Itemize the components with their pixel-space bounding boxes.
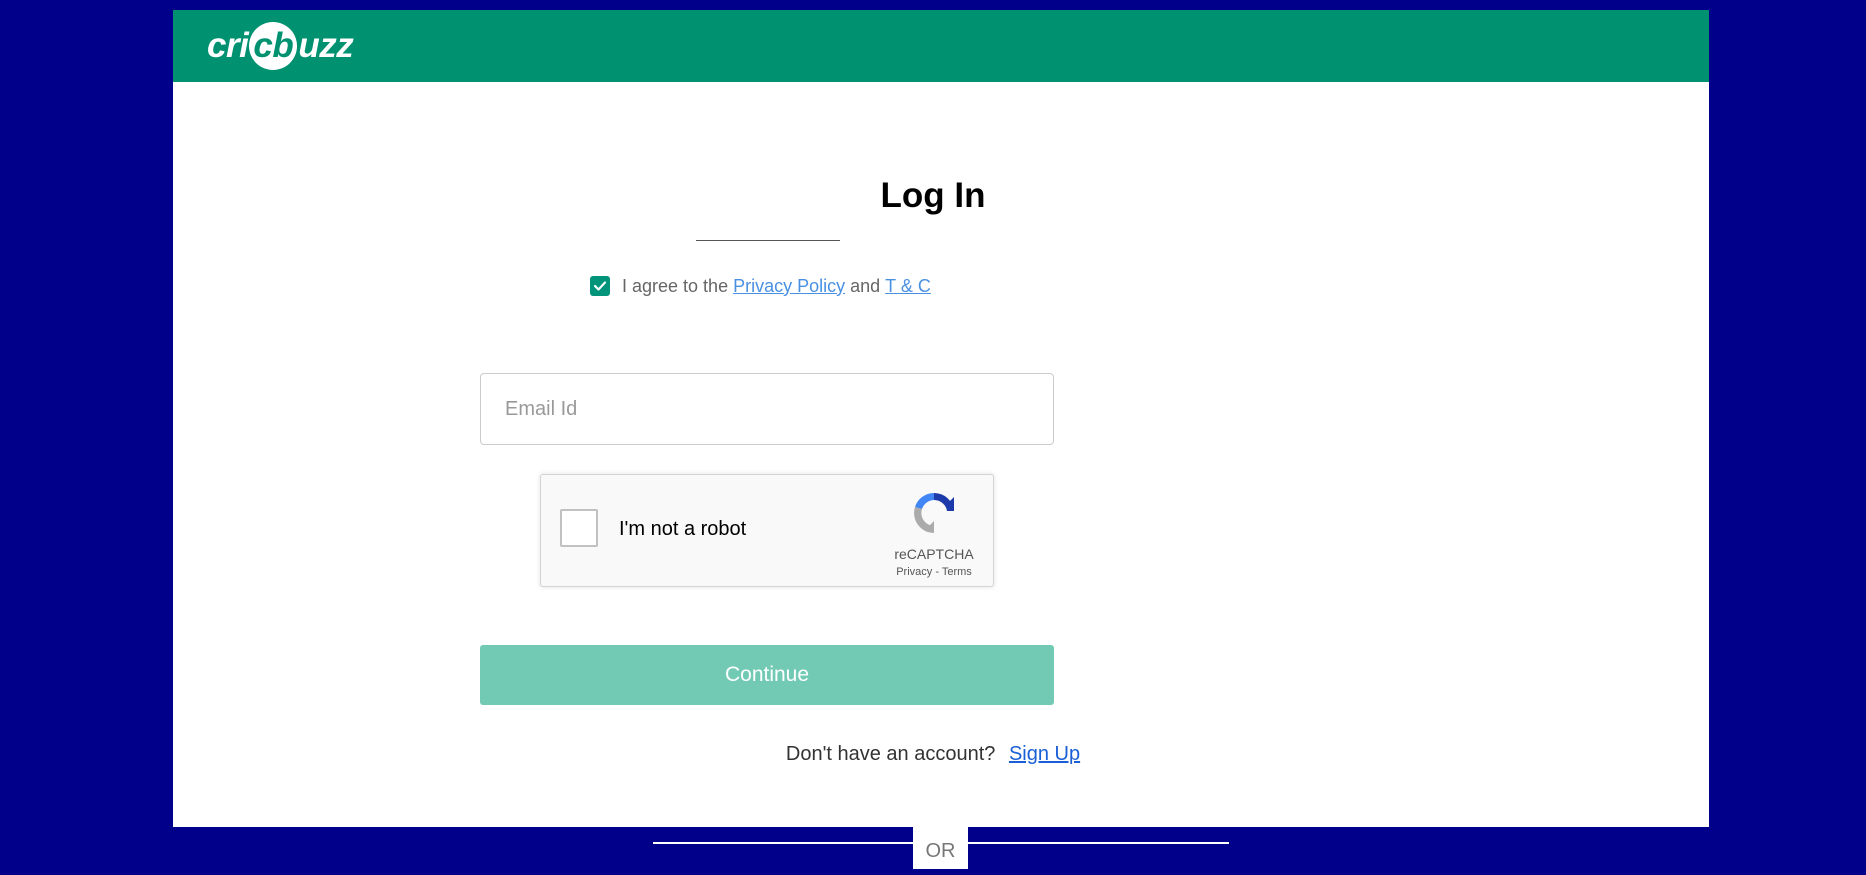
cricket-ball-icon: cb <box>249 22 298 70</box>
agree-text: I agree to the <box>622 275 729 296</box>
recaptcha-branding: reCAPTCHA Privacy - Terms <box>889 489 979 578</box>
recaptcha-checkbox[interactable] <box>560 509 598 547</box>
recaptcha-label: I'm not a robot <box>619 518 747 540</box>
email-field[interactable] <box>480 373 1054 445</box>
terms-link[interactable]: T & C <box>885 276 931 297</box>
sign-up-link[interactable]: Sign Up <box>1009 743 1080 765</box>
signup-row: Don't have an account? Sign Up <box>0 743 1866 766</box>
recaptcha-terms-link[interactable]: Terms <box>942 566 972 578</box>
signup-prompt: Don't have an account? <box>785 743 996 765</box>
or-divider-left <box>653 842 913 844</box>
cricbuzz-logo[interactable]: cri cb uzz <box>207 22 354 70</box>
privacy-policy-link[interactable]: Privacy Policy <box>733 276 845 297</box>
page-title: Log In <box>880 176 986 215</box>
recaptcha-logo-icon <box>914 492 954 533</box>
agree-terms-row: I agree to the Privacy Policy and T & C <box>590 274 946 298</box>
recaptcha-separator: - <box>935 566 939 578</box>
recaptcha-widget: I'm not a robot reCAPTCHA Privacy - Term… <box>540 474 994 587</box>
check-icon <box>593 281 607 291</box>
or-divider-right <box>968 842 1229 844</box>
continue-button[interactable]: Continue <box>480 645 1054 705</box>
header-bar: cri cb uzz <box>173 10 1709 82</box>
agree-conjunction: and <box>850 275 881 296</box>
agree-checkbox[interactable] <box>590 276 610 296</box>
or-divider-label: OR <box>913 827 968 869</box>
recaptcha-privacy-link[interactable]: Privacy <box>896 566 932 578</box>
title-divider <box>696 240 840 241</box>
